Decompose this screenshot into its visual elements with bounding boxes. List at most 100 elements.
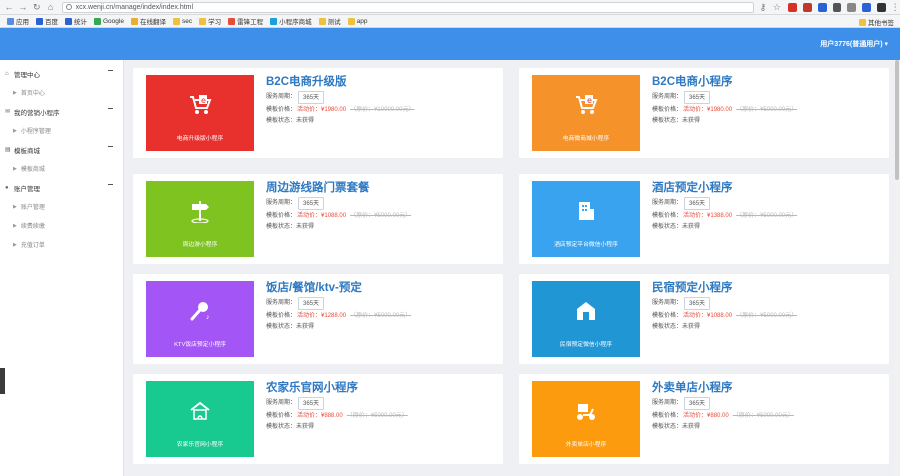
template-card[interactable]: e 电商微商城小程序 B2C电商小程序 服务周期： 365天 模板价格： 活动价： ¥1980… <box>519 68 889 158</box>
promo-label: 活动价： <box>683 213 708 219</box>
status-row: 模板状态：未获得 <box>652 424 701 430</box>
template-card[interactable]: ♪ KTV饭店预定小程序 饭店/餐馆/ktv-预定 服务周期： 365天 模板价格： 活动价… <box>133 274 503 364</box>
promo-label: 活动价： <box>297 413 322 419</box>
extension-icon[interactable] <box>862 2 872 12</box>
template-price-label: 模板价格： <box>652 213 683 219</box>
bookmark-item[interactable]: 学习 <box>199 16 221 26</box>
original-price-wrap: （原价：¥5000.00元） <box>350 213 412 219</box>
bookmark-item[interactable]: 在线翻译 <box>130 16 166 26</box>
template-card[interactable]: e 电商升级版小程序 B2C电商升级版 服务周期： 365天 模板价格： 活动价： ¥1980… <box>133 68 503 158</box>
sidebar-item[interactable]: ▶ 续费续缴 <box>0 216 123 235</box>
original-label: 原价： <box>356 213 375 219</box>
template-thumbnail[interactable]: e 电商升级版小程序 <box>146 75 254 151</box>
bookmark-item[interactable]: 百度 <box>36 16 58 26</box>
promo-price: ¥1388.00 <box>707 213 733 219</box>
sidebar-item[interactable]: ▶ 模板商城 <box>0 159 123 178</box>
bookmark-label: 统计 <box>74 19 87 26</box>
service-period-value[interactable]: 365天 <box>298 196 325 210</box>
template-thumbnail[interactable]: 周边游小程序 <box>146 181 254 257</box>
template-price-label: 模板价格： <box>266 213 297 219</box>
bookmarks-bar: 应用 百度 统计 Google 在线翻译 sec 学习 雷锋工程 小程序商城 测试 app 其他书签 <box>0 15 900 28</box>
forward-icon[interactable]: → <box>18 2 28 12</box>
extension-icon[interactable] <box>802 2 812 12</box>
template-title[interactable]: 酒店预定小程序 <box>652 181 797 195</box>
template-card[interactable]: 酒店预定平台微信小程序 酒店预定小程序 服务周期： 365天 模板价格： 活动价： ¥138… <box>519 174 889 264</box>
service-period-value[interactable]: 365天 <box>298 296 325 310</box>
template-title[interactable]: 周边游线路门票套餐 <box>266 181 411 195</box>
service-period-row: 服务周期： 365天 <box>266 295 411 311</box>
extension-icon[interactable] <box>817 2 827 12</box>
sidebar-item[interactable]: ▶ 小程序管理 <box>0 121 123 140</box>
reload-icon[interactable]: ↻ <box>32 2 42 12</box>
template-thumbnail[interactable]: ♪ KTV饭店预定小程序 <box>146 281 254 357</box>
side-tab-handle[interactable] <box>0 368 5 394</box>
service-period-value[interactable]: 365天 <box>298 396 325 410</box>
bookmark-item[interactable]: 应用 <box>7 16 29 26</box>
collapse-icon[interactable] <box>108 146 113 147</box>
template-info: B2C电商小程序 服务周期： 365天 模板价格： 活动价： ¥1980.00 （原价：¥5… <box>652 75 797 127</box>
template-title[interactable]: 民宿预定小程序 <box>652 281 797 295</box>
template-card[interactable]: 农家乐官网小程序 农家乐官网小程序 服务周期： 365天 模板价格： 活动价： ¥888.0… <box>133 374 503 464</box>
bookmark-icon <box>199 17 207 25</box>
service-period-value[interactable]: 365天 <box>684 296 711 310</box>
extension-icon[interactable] <box>847 2 857 12</box>
sidebar-item[interactable]: ▶ 充值订单 <box>0 235 123 254</box>
template-card[interactable]: 民宿预定微信小程序 民宿预定小程序 服务周期： 365天 模板价格： 活动价： ¥1088.… <box>519 274 889 364</box>
bookmark-item[interactable]: Google <box>94 17 124 25</box>
bookmark-item[interactable]: 统计 <box>65 16 87 26</box>
other-bookmarks[interactable]: 其他书签 <box>859 17 894 27</box>
home-icon[interactable]: ⌂ <box>46 2 56 12</box>
original-price-wrap: （原价：¥5000.00元） <box>736 107 798 113</box>
original-label: 原价： <box>352 413 371 419</box>
bookmark-item[interactable]: 小程序商城 <box>270 16 312 26</box>
template-card[interactable]: 周边游小程序 周边游线路门票套餐 服务周期： 365天 模板价格： 活动价： ¥1088.0… <box>133 174 503 264</box>
template-thumbnail[interactable]: e 电商微商城小程序 <box>532 75 640 151</box>
bookmark-item[interactable]: 测试 <box>318 16 341 26</box>
sidebar-group[interactable]: ● 账户管理 <box>0 178 123 197</box>
template-thumbnail[interactable]: 外卖单店小程序 <box>532 381 640 457</box>
promo-label: 活动价： <box>297 107 322 113</box>
template-title[interactable]: 外卖单店小程序 <box>652 381 794 395</box>
template-title[interactable]: 饭店/餐馆/ktv-预定 <box>266 281 411 295</box>
opera-icon[interactable] <box>787 2 797 12</box>
service-period-value[interactable]: 365天 <box>298 90 325 104</box>
original-label: 原价： <box>742 107 761 113</box>
menu-icon[interactable]: ⋮ <box>890 2 900 12</box>
collapse-icon[interactable] <box>108 184 113 185</box>
template-thumbnail[interactable]: 农家乐官网小程序 <box>146 381 254 457</box>
collapse-icon[interactable] <box>108 70 113 71</box>
bookmark-item[interactable]: sec <box>172 17 192 25</box>
extension-icon[interactable] <box>832 2 842 12</box>
svg-text:♪: ♪ <box>206 314 210 321</box>
service-period-value[interactable]: 365天 <box>684 196 711 210</box>
bookmark-icon <box>130 17 138 25</box>
address-bar[interactable]: xcx.wenji.cn/manage/index/index.html <box>61 1 755 13</box>
bookmark-item[interactable]: app <box>347 17 367 25</box>
user-menu[interactable]: 用户3776(普通用户) ▾ <box>820 39 888 49</box>
sidebar-group[interactable]: ⌂ 管理中心 <box>0 64 123 83</box>
sidebar-item[interactable]: ▶ 账户管理 <box>0 197 123 216</box>
service-period-value[interactable]: 365天 <box>684 396 711 410</box>
key-icon[interactable]: ⚷ <box>758 2 768 12</box>
template-title[interactable]: B2C电商小程序 <box>652 75 797 89</box>
sidebar-group[interactable]: ▤ 模板商城 <box>0 140 123 159</box>
sidebar-item[interactable]: ▶ 首页中心 <box>0 83 123 102</box>
collapse-icon[interactable] <box>108 108 113 109</box>
bookmark-item[interactable]: 雷锋工程 <box>228 16 263 26</box>
template-thumbnail[interactable]: 酒店预定平台微信小程序 <box>532 181 640 257</box>
scrollbar-thumb[interactable] <box>895 60 899 180</box>
star-icon[interactable]: ☆ <box>772 2 782 12</box>
chevron-right-icon: ▶ <box>13 127 17 134</box>
bookmark-label: 测试 <box>327 19 341 26</box>
template-thumbnail[interactable]: 民宿预定微信小程序 <box>532 281 640 357</box>
template-title[interactable]: B2C电商升级版 <box>266 75 414 89</box>
scrollbar[interactable] <box>894 60 900 476</box>
template-card[interactable]: 外卖单店小程序 外卖单店小程序 服务周期： 365天 模板价格： 活动价： ¥880.00 （… <box>519 374 889 464</box>
sidebar-group-label: 模板商城 <box>14 147 40 155</box>
sidebar-group[interactable]: ✉ 我的营销小程序 <box>0 102 123 121</box>
back-icon[interactable]: ← <box>4 2 14 12</box>
service-period-label: 服务周期： <box>266 299 297 306</box>
extension-icon[interactable] <box>877 2 887 12</box>
template-title[interactable]: 农家乐官网小程序 <box>266 381 408 395</box>
service-period-value[interactable]: 365天 <box>684 90 711 104</box>
